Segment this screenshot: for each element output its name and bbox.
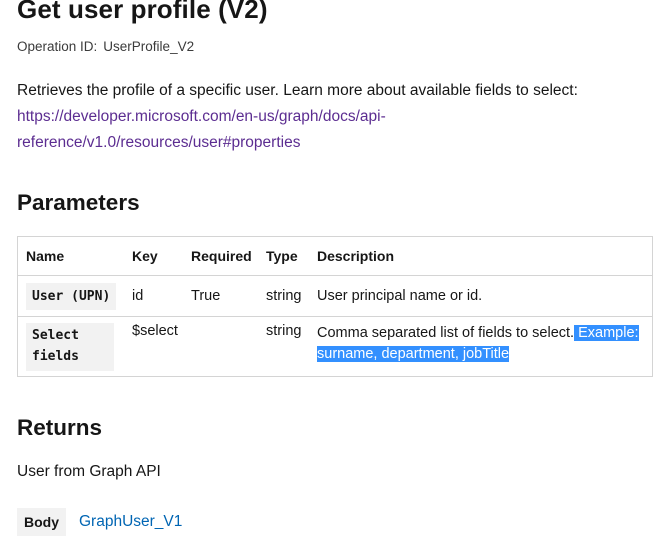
page-title: Get user profile (V2) (17, 0, 268, 24)
table-header-row: Name Key Required Type Description (17, 236, 653, 276)
returns-heading: Returns (17, 415, 103, 440)
description: Retrieves the profile of a specific user… (17, 78, 657, 156)
body-badge: Body (17, 508, 66, 536)
graph-docs-link[interactable]: https://developer.microsoft.com/en-us/gr… (17, 108, 386, 151)
param-name-cell: Select fields (17, 316, 124, 377)
operation-id-value: UserProfile_V2 (103, 39, 195, 54)
operation-id-label: Operation ID: (17, 39, 98, 54)
parameters-table: Name Key Required Type Description User … (17, 236, 653, 377)
column-header-description: Description (309, 236, 653, 276)
returns-body-row: Body GraphUser_V1 (17, 508, 182, 536)
description-text: Retrieves the profile of a specific user… (17, 82, 578, 99)
param-description: Comma separated list of fields to select… (309, 316, 653, 377)
returns-description: User from Graph API (17, 463, 161, 480)
table-row: Select fields $select string Comma separ… (17, 316, 653, 377)
param-description-text: User principal name or id. (317, 288, 483, 304)
graphuser-link[interactable]: GraphUser_V1 (79, 513, 182, 531)
param-name: User (UPN) (26, 282, 117, 310)
param-name: Select fields (26, 323, 114, 371)
param-description-text: Comma separated list of fields to select… (317, 325, 575, 341)
param-key: id (124, 275, 183, 317)
param-required (183, 316, 258, 377)
column-header-required: Required (183, 236, 258, 276)
param-type: string (258, 316, 309, 377)
param-key: $select (124, 316, 183, 377)
column-header-name: Name (17, 236, 124, 276)
graph-docs-link-line2[interactable]: reference/v1.0/resources/user#properties (17, 134, 300, 151)
doc-page: Get user profile (V2) Operation ID: UserP… (0, 0, 672, 556)
column-header-key: Key (124, 236, 183, 276)
column-header-type: Type (258, 236, 309, 276)
operation-id: Operation ID: UserProfile_V2 (17, 39, 194, 54)
table-row: User (UPN) id True string User principal… (17, 275, 653, 317)
param-name-cell: User (UPN) (17, 275, 124, 317)
param-required: True (183, 275, 258, 317)
graph-docs-link-line1[interactable]: https://developer.microsoft.com/en-us/gr… (17, 108, 386, 125)
param-description: User principal name or id. (309, 275, 653, 317)
parameters-heading: Parameters (17, 190, 140, 215)
param-type: string (258, 275, 309, 317)
